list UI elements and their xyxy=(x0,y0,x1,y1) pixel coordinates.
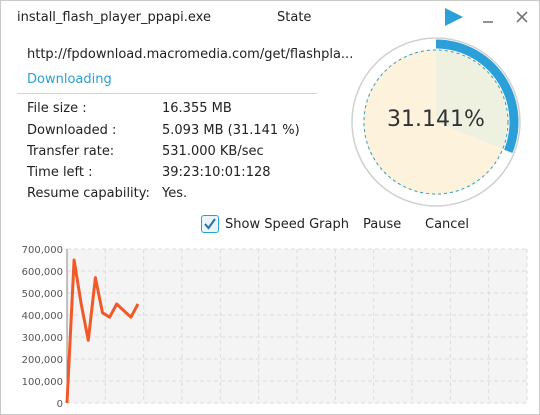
progress-percent-label: 31.141% xyxy=(387,107,485,132)
close-icon xyxy=(516,11,528,23)
chart-y-tick-label: 500,000 xyxy=(22,289,63,300)
pause-button[interactable]: Pause xyxy=(363,217,401,232)
speed-chart: 0 100,000 200,000 300,000 400,000 500,000 600,… xyxy=(1,241,540,415)
minimize-button[interactable] xyxy=(480,9,496,25)
file-size-label: File size : xyxy=(27,101,87,116)
minimize-icon xyxy=(483,21,493,23)
window-title-state: State xyxy=(277,10,312,25)
time-left-value: 39:23:10:01:128 xyxy=(162,165,271,180)
chart-y-tick-label: 300,000 xyxy=(22,333,63,344)
resume-capability-label: Resume capability: xyxy=(27,186,150,201)
transfer-rate-label: Transfer rate: xyxy=(27,144,115,159)
window-title-filename: install_flash_player_ppapi.exe xyxy=(17,10,211,25)
chart-y-tick-label: 200,000 xyxy=(22,355,63,366)
time-left-label: Time left : xyxy=(27,165,93,180)
chart-y-tick-label: 0 xyxy=(57,399,63,410)
download-url: http://fpdownload.macromedia.com/get/fla… xyxy=(27,47,354,62)
cancel-button[interactable]: Cancel xyxy=(425,217,469,232)
chart-y-tick-label: 600,000 xyxy=(22,267,63,278)
play-button[interactable] xyxy=(444,7,464,27)
close-button[interactable] xyxy=(513,8,531,26)
speed-chart-svg: 0 100,000 200,000 300,000 400,000 500,000 600,… xyxy=(22,245,528,410)
downloaded-label: Downloaded : xyxy=(27,123,117,138)
file-size-value: 16.355 MB xyxy=(162,101,232,116)
checkmark-icon xyxy=(204,218,216,230)
show-speed-graph-checkbox[interactable] xyxy=(201,215,219,233)
chart-y-tick-label: 400,000 xyxy=(22,311,63,322)
show-speed-graph-label[interactable]: Show Speed Graph xyxy=(225,217,349,232)
play-icon xyxy=(445,8,463,26)
progress-circle: 31.141% xyxy=(350,36,522,208)
divider xyxy=(17,93,317,94)
downloaded-value: 5.093 MB (31.141 %) xyxy=(162,123,300,138)
resume-capability-value: Yes. xyxy=(162,186,188,201)
title-bar: install_flash_player_ppapi.exe State xyxy=(1,1,540,35)
chart-y-tick-label: 100,000 xyxy=(22,377,63,388)
chart-y-tick-label: 700,000 xyxy=(22,245,63,256)
download-window: install_flash_player_ppapi.exe State htt… xyxy=(0,0,540,415)
transfer-rate-value: 531.000 KB/sec xyxy=(162,144,264,159)
download-status-link[interactable]: Downloading xyxy=(27,72,112,87)
